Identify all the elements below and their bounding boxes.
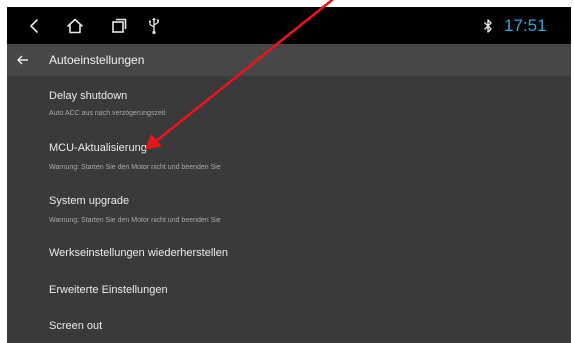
home-icon[interactable] — [61, 7, 89, 44]
setting-advanced[interactable]: Erweiterte Einstellungen — [7, 280, 571, 310]
device-screen: 17:51 Autoeinstellungen Delay shutdown A… — [7, 7, 571, 343]
setting-title: MCU-Aktualisierung — [49, 142, 147, 154]
page-title: Autoeinstellungen — [49, 53, 145, 67]
setting-subtitle: Auto ACC aus nach verzögerungszeit — [49, 110, 166, 117]
setting-title: Screen out — [49, 320, 103, 332]
setting-title: Werkseinstellungen wiederherstellen — [49, 247, 228, 259]
setting-mcu-update[interactable]: MCU-Aktualisierung Warnung: Starten Sie … — [7, 135, 571, 175]
arrow-left-icon[interactable] — [10, 44, 36, 76]
status-bar: 17:51 — [7, 7, 571, 44]
recents-icon[interactable] — [107, 7, 131, 44]
setting-system-upgrade[interactable]: System upgrade Warnung: Starten Sie den … — [7, 188, 571, 228]
bluetooth-icon — [479, 7, 497, 44]
setting-title: Erweiterte Einstellungen — [49, 284, 168, 296]
title-bar: Autoeinstellungen — [7, 44, 571, 76]
setting-title: System upgrade — [49, 195, 130, 207]
setting-screen-out[interactable]: Screen out — [7, 315, 571, 343]
clock: 17:51 — [504, 16, 547, 35]
back-icon[interactable] — [21, 7, 47, 44]
setting-subtitle: Warnung: Starten Sie den Motor nicht und… — [49, 217, 221, 224]
setting-factory-reset[interactable]: Werkseinstellungen wiederherstellen — [7, 240, 571, 270]
setting-delay-shutdown[interactable]: Delay shutdown Auto ACC aus nach verzöge… — [7, 84, 571, 122]
setting-subtitle: Warnung: Starten Sie den Motor nicht und… — [49, 164, 221, 171]
setting-title: Delay shutdown — [49, 90, 128, 102]
usb-icon — [143, 7, 165, 44]
